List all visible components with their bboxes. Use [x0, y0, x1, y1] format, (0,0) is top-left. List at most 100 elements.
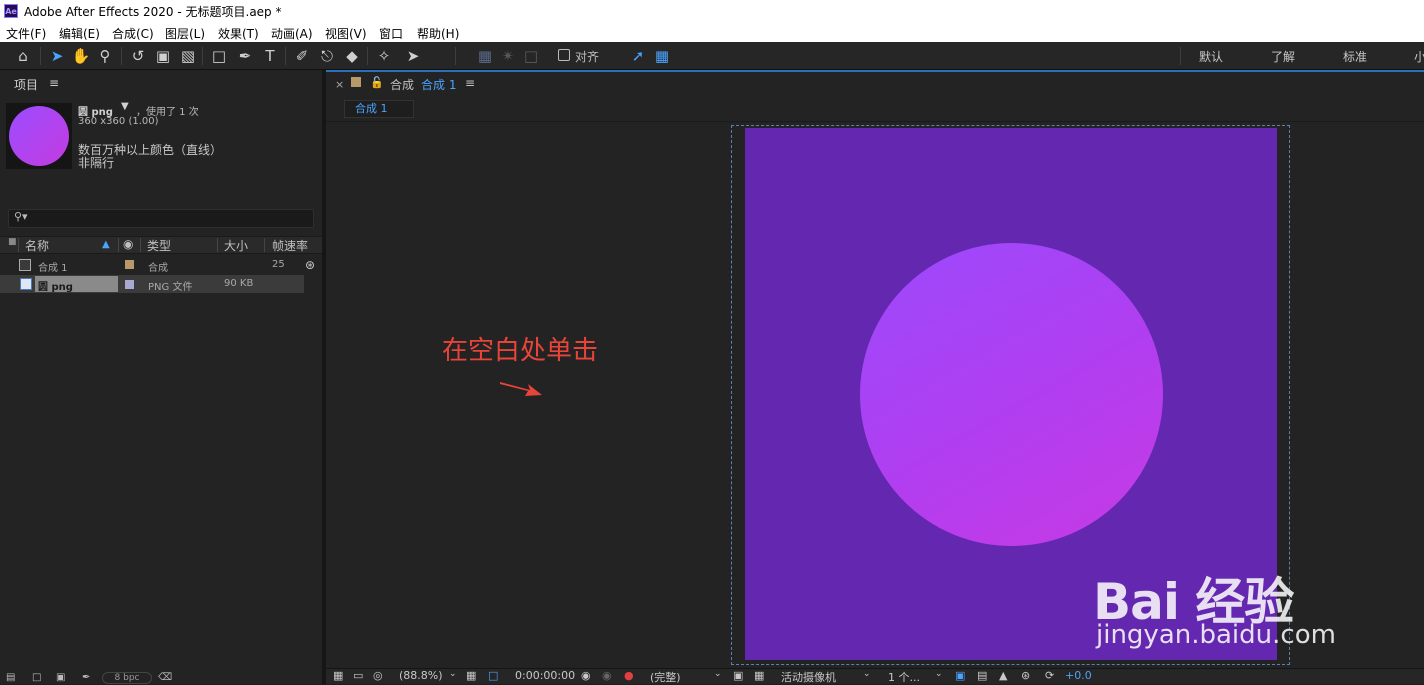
new-composition-icon[interactable]: ▣	[56, 672, 65, 683]
home-icon[interactable]: ⌂	[13, 46, 33, 66]
column-type[interactable]: 类型	[147, 237, 171, 254]
hand-icon[interactable]: ✋	[71, 46, 91, 66]
menu-view[interactable]: 视图(V)	[325, 25, 367, 42]
interpret-footage-icon[interactable]: ▤	[6, 672, 15, 683]
flowchart-icon[interactable]: ⊛	[305, 258, 315, 272]
comp-flowchart-icon[interactable]: ▲	[999, 669, 1007, 682]
resolution-dropdown[interactable]: (完整)	[650, 669, 681, 685]
project-search-input[interactable]	[8, 209, 314, 228]
channel-icon[interactable]: ●	[624, 669, 634, 682]
chevron-down-icon[interactable]: ⌄	[863, 669, 871, 679]
usage-dropdown-icon[interactable]: ▼	[121, 101, 129, 112]
mask-icon[interactable]: ◎	[373, 669, 383, 682]
column-name[interactable]: 名称	[25, 237, 49, 254]
composition-breadcrumb[interactable]: 合成 1	[344, 100, 414, 118]
pen-icon[interactable]: ✒	[235, 46, 255, 66]
menu-composition[interactable]: 合成(C)	[112, 25, 154, 42]
label-column-icon[interactable]: ■	[8, 237, 17, 247]
trash-icon[interactable]: ⌫	[158, 672, 172, 683]
flowchart-view-icon[interactable]: ⊛	[1021, 669, 1030, 682]
item-dimensions: 360 x360 (1.00)	[78, 116, 159, 127]
lock-icon[interactable]: 🔓	[370, 76, 384, 89]
circle-layer[interactable]	[860, 243, 1163, 546]
workspace-learn[interactable]: 了解	[1271, 48, 1295, 65]
reset-exposure-icon[interactable]: ⟳	[1045, 669, 1054, 682]
workspace-small[interactable]: 小	[1414, 48, 1424, 65]
rectangle-icon[interactable]: □	[209, 46, 229, 66]
title-bar: Ae Adobe After Effects 2020 - 无标题项目.aep …	[0, 0, 1424, 22]
selection-icon[interactable]: ➤	[47, 46, 67, 66]
project-settings-icon[interactable]: ✒	[82, 672, 90, 683]
timecode[interactable]: 0:00:00:00	[515, 669, 575, 682]
world-axis-icon[interactable]: ✴	[498, 46, 518, 66]
project-tab[interactable]: 项目	[14, 76, 38, 93]
bit-depth-button[interactable]: 8 bpc	[102, 672, 152, 684]
eraser-icon[interactable]: ◆	[342, 46, 362, 66]
close-icon[interactable]: ×	[335, 78, 344, 91]
menu-help[interactable]: 帮助(H)	[417, 25, 459, 42]
table-row[interactable]: 合成 1 合成 25	[0, 256, 304, 274]
toggle-pixel-aspect-icon[interactable]: ▣	[955, 669, 965, 682]
region-of-interest-icon[interactable]: □	[488, 669, 498, 682]
snap-grid-icon[interactable]: ▦	[652, 46, 672, 66]
brush-icon[interactable]: ✐	[292, 46, 312, 66]
toolbar-divider	[367, 47, 368, 65]
composition-tab-bar	[326, 70, 1424, 98]
menu-effect[interactable]: 效果(T)	[218, 25, 259, 42]
zoom-icon[interactable]: ⚲	[95, 46, 115, 66]
column-divider	[140, 238, 141, 252]
workspace-default[interactable]: 默认	[1199, 48, 1223, 65]
snapshot-icon[interactable]: ◉	[581, 669, 591, 682]
pan-behind-icon[interactable]: ▧	[178, 46, 198, 66]
transparency-grid-icon[interactable]: ▦	[754, 669, 764, 682]
window-title: Adobe After Effects 2020 - 无标题项目.aep *	[24, 5, 282, 19]
chevron-down-icon[interactable]: ⌄	[714, 669, 722, 679]
fast-previews-icon[interactable]: ▣	[733, 669, 743, 682]
column-size[interactable]: 大小	[224, 237, 248, 254]
show-snapshot-icon[interactable]: ◉	[602, 669, 612, 682]
menu-bar: 文件(F) 编辑(E) 合成(C) 图层(L) 效果(T) 动画(A) 视图(V…	[0, 22, 1424, 42]
comp-tab-name[interactable]: 合成 1	[421, 76, 456, 93]
safe-zones-icon[interactable]: ▦	[466, 669, 476, 682]
menu-edit[interactable]: 编辑(E)	[59, 25, 100, 42]
chevron-down-icon[interactable]: ⌄	[935, 669, 943, 679]
text-icon[interactable]: T	[260, 46, 280, 66]
workspace-standard[interactable]: 标准	[1343, 48, 1367, 65]
puppet-pin-icon[interactable]: ➤	[403, 46, 423, 66]
exposure-value[interactable]: +0.0	[1065, 669, 1092, 682]
menu-animation[interactable]: 动画(A)	[271, 25, 313, 42]
toolbar-divider	[285, 47, 286, 65]
column-divider	[18, 238, 19, 252]
sort-ascending-icon[interactable]: ▲	[102, 239, 110, 250]
roto-brush-icon[interactable]: ✧	[374, 46, 394, 66]
column-fps[interactable]: 帧速率	[272, 237, 308, 254]
view-axis-icon[interactable]: □	[521, 46, 541, 66]
panel-menu-icon[interactable]: ≡	[49, 76, 59, 90]
zoom-dropdown[interactable]: (88.8%)	[399, 669, 443, 682]
row-name: 合成 1	[38, 263, 68, 274]
panel-menu-icon[interactable]: ≡	[465, 76, 475, 90]
align-checkbox[interactable]	[558, 49, 570, 61]
rotate-icon[interactable]: ↺	[128, 46, 148, 66]
local-axis-icon[interactable]: ▦	[475, 46, 495, 66]
new-folder-icon[interactable]: □	[32, 672, 41, 683]
always-preview-icon[interactable]: ▦	[333, 669, 343, 682]
snapping-icon[interactable]: ➚	[628, 46, 648, 66]
chevron-down-icon[interactable]: ⌄	[449, 669, 457, 679]
menu-file[interactable]: 文件(F)	[6, 25, 46, 42]
row-size: 90 KB	[224, 278, 254, 289]
camera-dropdown[interactable]: 活动摄像机	[781, 669, 836, 685]
align-label: 对齐	[575, 50, 600, 64]
tag-icon[interactable]: ◉	[123, 237, 133, 251]
menu-window[interactable]: 窗口	[379, 25, 403, 42]
label-swatch	[125, 260, 134, 269]
column-divider	[264, 238, 265, 252]
monitor-icon[interactable]: ▭	[353, 669, 363, 682]
row-type: PNG 文件	[148, 282, 193, 293]
clone-stamp-icon[interactable]: ⎋	[317, 46, 337, 66]
menu-layer[interactable]: 图层(L)	[165, 25, 205, 42]
timeline-icon[interactable]: ▤	[977, 669, 987, 682]
views-dropdown[interactable]: 1 个...	[888, 669, 920, 685]
table-row[interactable]: 圆 png PNG 文件 90 KB	[0, 275, 304, 293]
camera-icon[interactable]: ▣	[153, 46, 173, 66]
